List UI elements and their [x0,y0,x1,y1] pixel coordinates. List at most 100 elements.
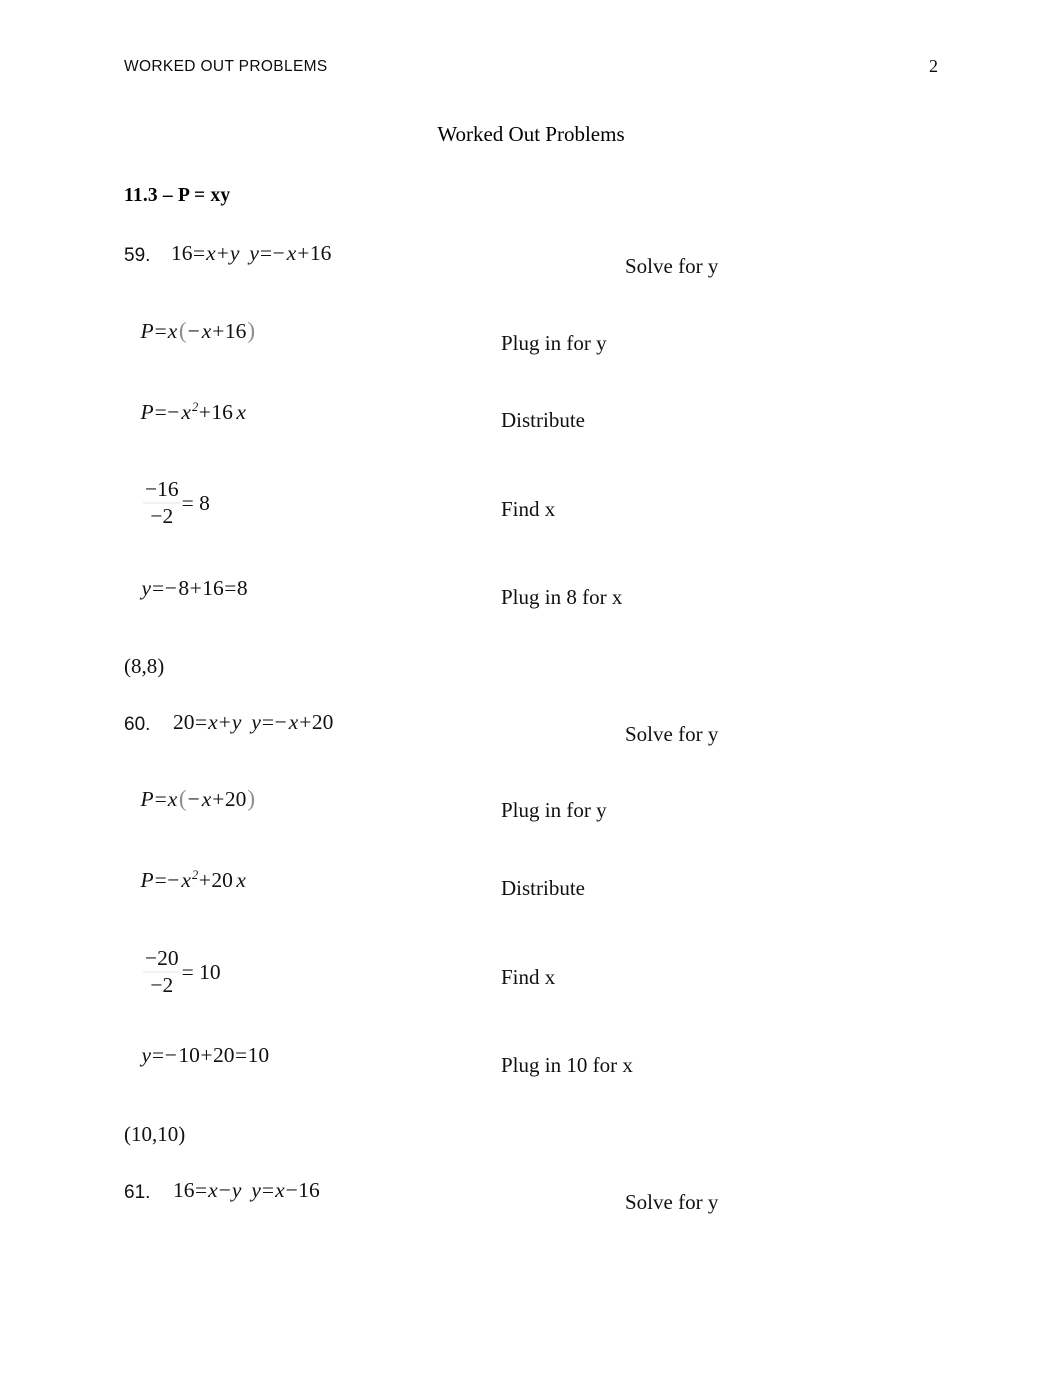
math-token: x [181,868,191,892]
math-token: − [187,787,200,811]
math-token: x [167,319,178,343]
math-token: = [195,1178,208,1202]
fraction-result: = 8 [181,490,210,515]
math-token: = [152,1043,165,1067]
page-title: Worked Out Problems [437,122,625,146]
math-token: − [164,1043,177,1067]
problem-number-59: 59. [124,245,151,266]
document-page: WORKED OUT PROBLEMS 2 Worked Out Problem… [0,0,1062,1376]
math-token: y [141,1043,152,1067]
math-token: 20 [211,868,233,892]
math-token: + [216,241,229,265]
math-token: + [198,400,211,424]
instruction-60-1: Solve for y [625,722,719,746]
instruction-59-5: Plug in 8 for x [501,585,623,609]
fraction: −20 −2 [143,946,181,998]
math-token: − [164,576,177,600]
math-token: 8 [236,576,248,600]
math-token: − [274,710,287,734]
instruction-59-4: Find x [501,497,556,521]
math-token: x [208,710,218,734]
math-expression-59-2: P=x(−x+16) [140,318,256,344]
math-token: x [236,400,246,424]
math-token: 16 [171,241,193,265]
math-token: y [251,710,261,734]
math-token: 20 [311,710,334,734]
math-token: + [299,710,312,734]
math-token: y [231,710,242,734]
math-token: + [297,241,310,265]
answer-59: (8,8) [124,654,165,678]
math-token: = [152,576,165,600]
math-token: y [251,1178,261,1202]
fraction-denominator: −2 [150,504,174,529]
math-token: 8 [178,576,190,600]
running-header-title: WORKED OUT PROBLEMS [124,58,328,75]
section-heading: 11.3 – P = xy [124,185,231,206]
math-token: = [195,710,208,734]
math-token: + [218,710,231,734]
fraction-numerator: −16 [145,477,179,501]
math-token: − [167,400,180,424]
instruction-59-3: Distribute [501,408,585,432]
math-expression-59-3: P=−x2+16 x [140,400,246,424]
math-token: 16 [173,1178,195,1202]
math-token: = [261,710,275,734]
math-expression-60-2: P=x(−x+20) [140,786,256,812]
math-token: 10 [247,1043,270,1067]
math-token: ) [247,318,256,344]
running-header: WORKED OUT PROBLEMS 2 [124,56,938,84]
math-token: x [201,319,212,343]
instruction-60-3: Distribute [501,876,585,900]
answer-60: (10,10) [124,1122,186,1146]
math-token: P [140,319,154,343]
math-token: ( [178,786,187,812]
math-token: x [206,241,216,265]
math-token: x [201,787,212,811]
fraction-result: = 10 [181,959,221,984]
page-number: 2 [929,56,938,76]
math-token: x [275,1178,285,1202]
instruction-59-2: Plug in for y [501,331,607,355]
instruction-61-1: Solve for y [625,1190,719,1214]
problem-number-60: 60. [124,714,151,735]
math-token: + [200,1043,213,1067]
math-token: + [212,319,225,343]
math-token: 16 [224,319,247,343]
math-token: = [224,576,237,600]
instruction-60-2: Plug in for y [501,798,607,822]
math-token: x [181,400,191,424]
math-token: + [189,576,202,600]
math-token: P [140,400,154,424]
math-token: = [154,319,167,343]
math-token: = [261,1178,275,1202]
fraction-denominator: −2 [150,973,174,998]
math-token: x [236,868,246,892]
math-token: − [218,1178,231,1202]
math-expression-60-3: P=−x2+20 x [140,868,246,892]
math-token: 16 [309,241,332,265]
math-token: 16 [211,400,233,424]
math-token: ) [247,786,256,812]
math-expression-61-1: 16=x−y y=x−16 [173,1178,320,1202]
math-expression-60-5: y=−10+20=10 [141,1043,270,1067]
math-token: x [288,710,299,734]
instruction-60-5: Plug in 10 for x [501,1053,633,1077]
math-expression-59-5: y=−8+16=8 [141,576,248,600]
math-token: 16 [298,1178,320,1202]
math-fraction-60: −20 −2 = 10 [143,946,221,998]
math-token: = [234,1043,248,1067]
math-token: 16 [202,576,224,600]
math-token: y [231,1178,242,1202]
math-token: − [167,868,180,892]
instruction-60-4: Find x [501,965,556,989]
math-token: y [141,576,152,600]
fraction: −16 −2 [143,477,181,529]
math-token: y [249,241,259,265]
math-expression-59-1: 16=x+y y=−x+16 [171,241,332,265]
math-token: = [259,241,273,265]
math-token: 20 [224,787,247,811]
math-fraction-59: −16 −2 = 8 [143,477,210,529]
math-token: y [229,241,240,265]
fraction-numerator: −20 [145,946,179,970]
